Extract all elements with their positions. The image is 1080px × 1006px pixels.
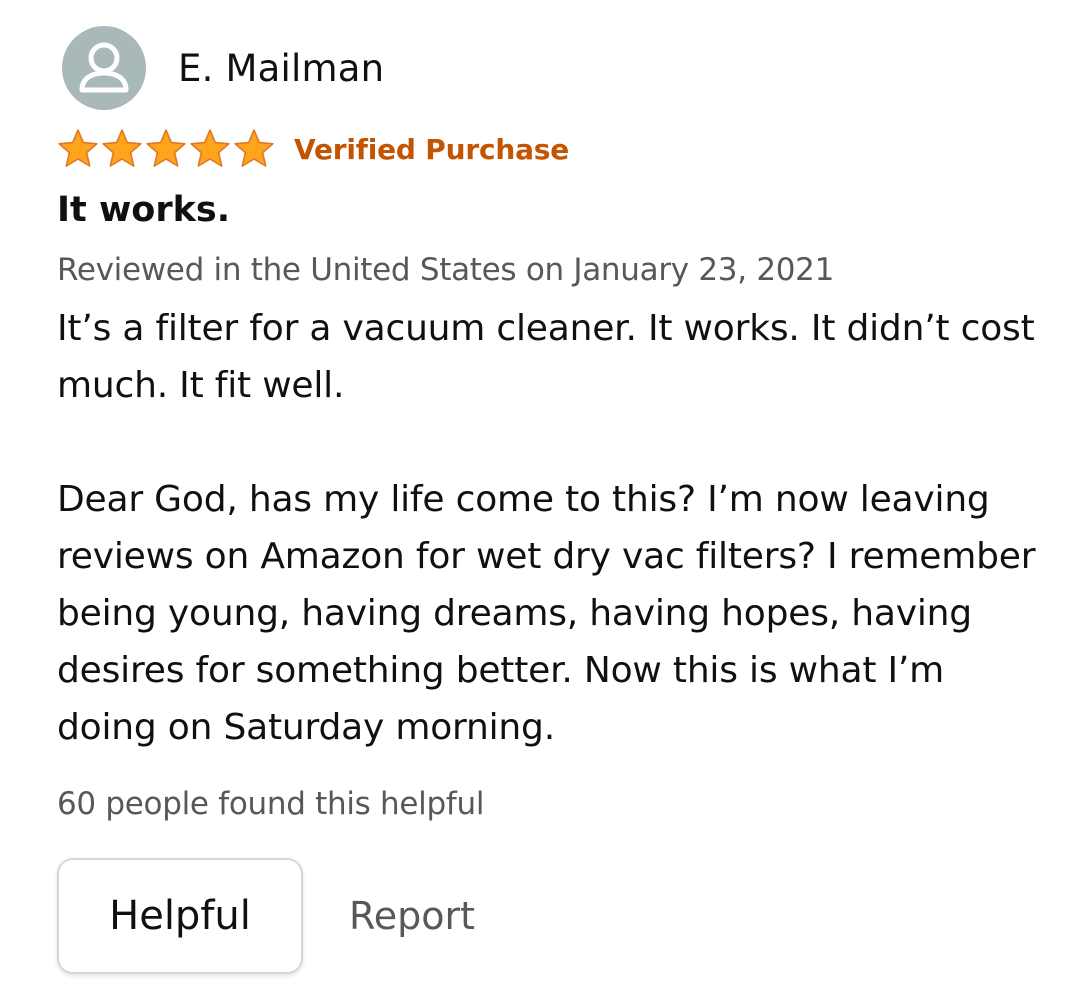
helpful-button[interactable]: Helpful	[57, 858, 303, 974]
review-title: It works.	[57, 190, 230, 230]
star-rating[interactable]	[56, 127, 276, 171]
star-icon	[190, 129, 230, 167]
star-icon	[58, 129, 98, 167]
helpful-count: 60 people found this helpful	[57, 786, 485, 822]
review-actions: Helpful Report	[57, 857, 475, 975]
star-icon	[102, 129, 142, 167]
verified-purchase-badge[interactable]: Verified Purchase	[294, 133, 569, 166]
reviewer-name[interactable]: E. Mailman	[178, 47, 384, 90]
reviewer-profile[interactable]: E. Mailman	[62, 26, 384, 110]
report-link[interactable]: Report	[349, 894, 475, 938]
review-date: Reviewed in the United States on January…	[57, 252, 835, 288]
star-icon	[146, 129, 186, 167]
rating-row: Verified Purchase	[56, 126, 569, 172]
person-outline-icon	[79, 42, 129, 93]
review-paragraph: It’s a filter for a vacuum cleaner. It w…	[57, 308, 1035, 406]
review-paragraph: Dear God, has my life come to this? I’m …	[57, 479, 1036, 748]
star-icon	[234, 129, 274, 167]
avatar[interactable]	[62, 26, 146, 110]
customer-review: E. Mailman Verified Purchase It works. R…	[0, 0, 1080, 1006]
review-body: It’s a filter for a vacuum cleaner. It w…	[57, 300, 1047, 756]
